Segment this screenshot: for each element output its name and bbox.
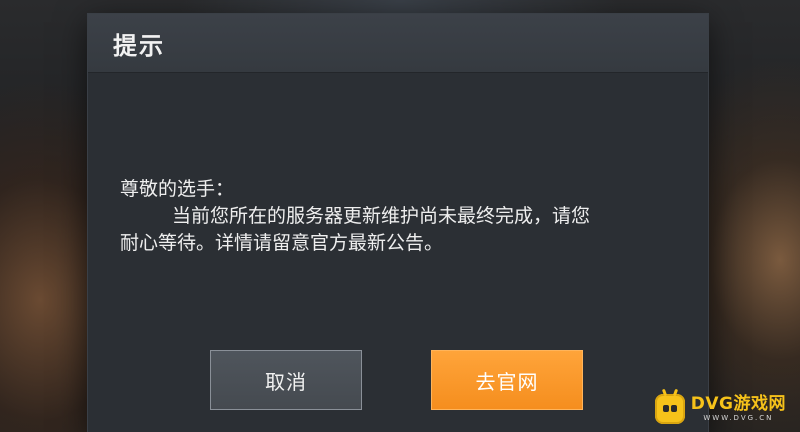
- watermark-name: DVG游戏网: [690, 394, 786, 414]
- message-line-1: 当前您所在的服务器更新维护尚未最终完成，请您: [172, 205, 591, 227]
- watermark-url: WWW.DVG.CN: [703, 414, 774, 422]
- message-greeting: 尊敬的选手：: [120, 178, 235, 200]
- dialog-message: 尊敬的选手： 当前您所在的服务器更新维护尚未最终完成，请您 耐心等待。详情请留意…: [120, 176, 680, 257]
- go-to-official-site-button[interactable]: 去官网: [431, 350, 583, 410]
- cancel-button[interactable]: 取消: [210, 350, 362, 410]
- robot-icon: [654, 388, 685, 424]
- message-line-2: 耐心等待。详情请留意官方最新公告。: [120, 232, 444, 254]
- dialog-title-bar: 提示: [88, 14, 708, 73]
- notice-dialog: 提示 尊敬的选手： 当前您所在的服务器更新维护尚未最终完成，请您 耐心等待。详情…: [88, 14, 708, 432]
- dialog-title: 提示: [113, 32, 165, 60]
- watermark-logo: DVG游戏网 WWW.DVG.CN: [654, 388, 786, 426]
